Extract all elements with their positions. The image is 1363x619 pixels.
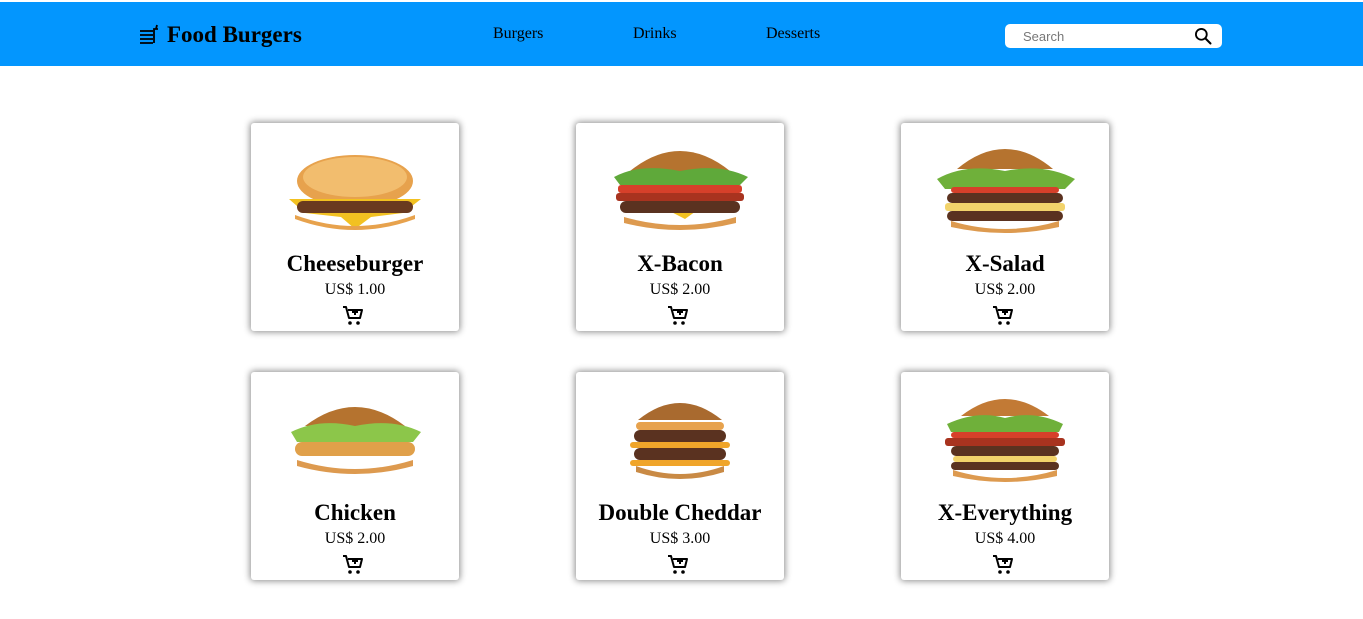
- product-price: US$ 2.00: [649, 281, 711, 298]
- top-navbar: Food Burgers Burgers Drinks Desserts: [0, 2, 1363, 66]
- product-name: X-Bacon: [637, 251, 723, 276]
- product-price: US$ 2.00: [974, 281, 1036, 298]
- product-name: Cheeseburger: [286, 251, 424, 276]
- burger-logo-icon: [140, 24, 158, 44]
- add-to-cart-icon[interactable]: [991, 304, 1015, 328]
- product-card-x-bacon[interactable]: X-Bacon US$ 2.00: [576, 123, 784, 331]
- nav-link-drinks[interactable]: Drinks: [633, 25, 677, 43]
- product-name: X-Everything: [937, 500, 1073, 525]
- add-to-cart-icon[interactable]: [666, 304, 690, 328]
- chicken-image: [291, 407, 421, 474]
- double-cheddar-image: [630, 403, 730, 479]
- product-price: US$ 3.00: [649, 530, 711, 547]
- brand-logo[interactable]: Food Burgers: [137, 22, 302, 48]
- product-card-chicken[interactable]: Chicken US$ 2.00: [251, 372, 459, 580]
- add-to-cart-icon[interactable]: [341, 553, 365, 577]
- search-icon[interactable]: [1193, 26, 1213, 46]
- x-everything-image: [945, 399, 1065, 482]
- product-card-cheeseburger[interactable]: Cheeseburger US$ 1.00: [251, 123, 459, 331]
- product-name: X-Salad: [965, 251, 1045, 276]
- nav-link-desserts[interactable]: Desserts: [766, 25, 820, 43]
- add-to-cart-icon[interactable]: [341, 304, 365, 328]
- brand-name: Food Burgers: [167, 22, 302, 47]
- add-to-cart-icon[interactable]: [991, 553, 1015, 577]
- cheeseburger-image: [289, 155, 421, 230]
- product-card-double-cheddar[interactable]: Double Cheddar US$ 3.00: [576, 372, 784, 580]
- x-salad-image: [937, 149, 1075, 233]
- product-price: US$ 4.00: [974, 530, 1036, 547]
- search-box: [1005, 24, 1222, 48]
- add-to-cart-icon[interactable]: [666, 553, 690, 577]
- product-name: Chicken: [314, 500, 396, 525]
- product-card-x-everything[interactable]: X-Everything US$ 4.00: [901, 372, 1109, 580]
- x-bacon-image: [614, 151, 748, 230]
- product-name: Double Cheddar: [598, 500, 762, 525]
- product-price: US$ 1.00: [324, 281, 386, 298]
- product-price: US$ 2.00: [324, 530, 386, 547]
- product-card-x-salad[interactable]: X-Salad US$ 2.00: [901, 123, 1109, 331]
- nav-link-burgers[interactable]: Burgers: [493, 25, 543, 43]
- search-input[interactable]: [1021, 27, 1185, 45]
